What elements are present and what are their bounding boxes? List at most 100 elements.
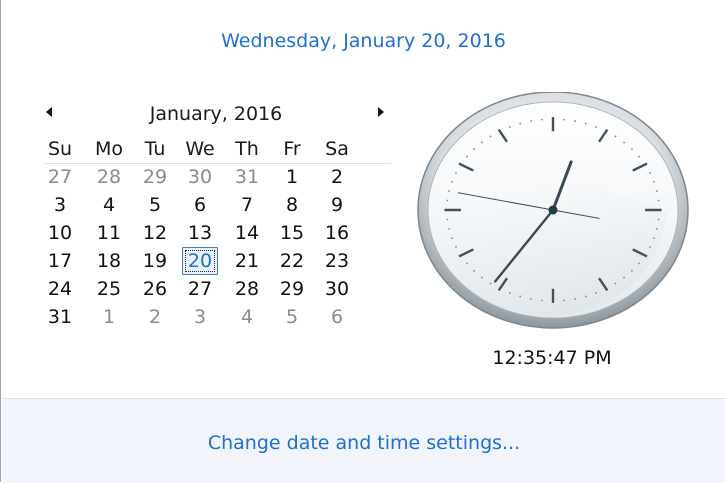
digital-time: 12:35:47 PM [492,347,612,369]
footer-bar: Change date and time settings... [2,398,725,483]
calendar-day[interactable]: 11 [89,220,129,246]
calendar-day[interactable]: 26 [135,276,175,302]
minute-dot [473,148,475,151]
calendar-day-today[interactable]: 20 [180,248,220,274]
calendar-day[interactable]: 16 [317,220,357,246]
calendar-day[interactable]: 29 [272,276,312,302]
calendar-day[interactable]: 14 [227,220,267,246]
calendar-day[interactable]: 31 [40,304,80,330]
minute-dot [563,118,566,121]
minute-dot [638,155,640,158]
calendar-day[interactable]: 7 [227,192,267,218]
minute-dot [451,181,453,183]
calendar-day[interactable]: 4 [89,192,129,218]
calendar-grid: Su Mo Tu We Th Fr Sa 27 28 29 30 31 1 2 3 4 5 6 7 8 9 10 11 12 1… [31,136,401,332]
calendar-day[interactable]: 18 [89,248,129,274]
calendar-week-row: 17 18 19 20 21 22 23 [31,247,401,276]
minute-dot [574,298,576,300]
calendar-day[interactable]: 27 [180,276,220,302]
weekday-label: We [185,138,215,160]
month-title[interactable]: January, 2016 [31,103,401,125]
weekday-label: Su [47,138,73,160]
weekday-label: Sa [325,138,349,160]
minute-dot [455,246,457,248]
calendar-day[interactable]: 4 [227,304,267,330]
calendar-day[interactable]: 8 [272,192,312,218]
minute-dot [614,282,617,285]
calendar-day[interactable]: 28 [227,276,267,302]
minute-dot [446,199,449,202]
minute-dot [653,237,655,239]
minute-dot [563,299,566,302]
calendar-day[interactable]: 29 [135,164,175,190]
calendar-day[interactable]: 3 [180,304,220,330]
minute-dot [631,148,633,151]
minute-dot [481,141,483,144]
minute-dot [657,218,660,221]
minute-dot [595,292,598,294]
calendar-day[interactable]: 25 [89,276,129,302]
minute-dot [540,118,543,121]
calendar-day[interactable]: 31 [227,164,267,190]
calendar-day[interactable]: 5 [135,192,175,218]
weekday-label: Fr [283,138,301,160]
weekday-header-row: Su Mo Tu We Th Fr Sa [31,136,401,164]
minute-dot [451,237,453,239]
minute-dot [655,190,658,193]
minute-dot [623,141,625,144]
calendar-day[interactable]: 12 [135,220,175,246]
minute-dot [614,135,617,138]
weekday-label: Tu [144,138,166,160]
calendar-day[interactable]: 23 [317,248,357,274]
minute-dot [508,292,511,294]
minute-dot [481,276,483,279]
calendar-day[interactable]: 2 [135,304,175,330]
calendar-day[interactable]: 6 [180,192,220,218]
minute-dot [466,262,468,265]
minute-dot [455,172,457,174]
calendar-day[interactable]: 6 [317,304,357,330]
calendar-day[interactable]: 15 [272,220,312,246]
change-settings-link[interactable]: Change date and time settings... [2,432,725,454]
minute-dot [489,282,492,285]
calendar-day[interactable]: 21 [227,248,267,274]
minute-dot [584,122,587,125]
calendar-day[interactable]: 22 [272,248,312,274]
calendar-day[interactable]: 1 [89,304,129,330]
calendar-day[interactable]: 27 [40,164,80,190]
weekday-label: Mo [94,138,124,160]
calendar-day[interactable]: 17 [40,248,80,274]
minute-dot [519,122,522,125]
minute-dot [466,155,468,158]
triangle-right-icon[interactable] [373,104,387,118]
calendar-day[interactable]: 24 [40,276,80,302]
calendar-day[interactable]: 1 [272,164,312,190]
calendar-week-row: 24 25 26 27 28 29 30 [31,276,401,304]
minute-dot [448,227,451,230]
calendar-day[interactable]: 19 [135,248,175,274]
calendar-day[interactable]: 2 [317,164,357,190]
minute-dot [530,120,532,122]
calendar: January, 2016 Su Mo Tu We Th Fr Sa 27 28 29 30 31 1 2… [31,96,401,332]
minute-dot [653,181,655,183]
minute-dot [649,172,651,174]
calendar-day[interactable]: 30 [180,164,220,190]
calendar-day[interactable]: 9 [317,192,357,218]
calendar-day[interactable]: 3 [40,192,80,218]
calendar-day[interactable]: 13 [180,220,220,246]
long-date-link[interactable]: Wednesday, January 20, 2016 [1,30,725,52]
clock-hub [548,205,558,215]
calendar-day[interactable]: 5 [272,304,312,330]
minute-dot [508,126,511,128]
minute-dot [448,190,451,193]
minute-dot [655,227,658,230]
minute-dot [446,218,449,221]
minute-dot [595,126,598,128]
minute-dot [638,262,640,265]
calendar-day[interactable]: 30 [317,276,357,302]
minute-dot [657,199,660,202]
minute-dot [631,269,633,272]
calendar-week-row: 10 11 12 13 14 15 16 [31,220,401,248]
calendar-day[interactable]: 28 [89,164,129,190]
calendar-day[interactable]: 10 [40,220,80,246]
